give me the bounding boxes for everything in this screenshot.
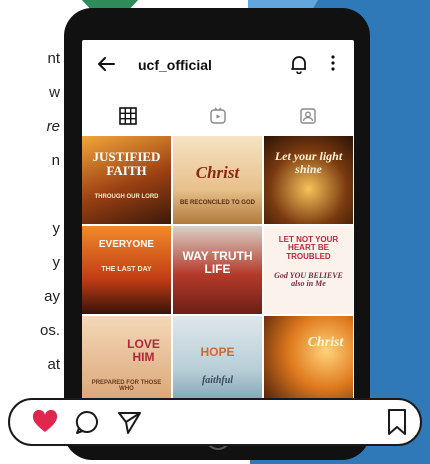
post-subcaption: THROUGH OUR LORD	[94, 194, 159, 200]
instagram-screen: ucf_official JUSTIFIED FAITH THROUGH OUR…	[82, 40, 354, 428]
post-caption: EVERYONE	[98, 239, 155, 250]
side-text: nt w re n y y ay os. at	[0, 42, 60, 382]
side-text-line: at	[47, 356, 60, 373]
post-thumbnail[interactable]: HOPE faithful	[173, 316, 262, 404]
post-thumbnail[interactable]: WAY TRUTH LIFE	[173, 226, 262, 314]
post-thumbnail[interactable]: JUSTIFIED FAITH THROUGH OUR LORD	[82, 136, 171, 224]
post-thumbnail[interactable]: Christ	[264, 316, 353, 404]
profile-header: ucf_official	[82, 40, 354, 94]
side-text-line: y	[52, 220, 61, 237]
post-subcaption: BE RECONCILED TO GOD	[180, 200, 255, 206]
post-thumbnail[interactable]: LOVE HIM PREPARED FOR THOSE WHO	[82, 316, 171, 404]
heart-icon[interactable]	[32, 410, 58, 434]
post-thumbnail[interactable]: Christ BE RECONCILED TO GOD	[173, 136, 262, 224]
side-text-line	[0, 178, 60, 212]
post-caption: JUSTIFIED FAITH	[92, 149, 161, 178]
post-subcaption: God YOU BELIEVE also in Me	[274, 271, 343, 289]
side-text-line: os.	[39, 322, 60, 339]
post-subcaption: PREPARED FOR THOSE WHO	[91, 380, 162, 393]
grid-icon[interactable]	[118, 106, 138, 126]
post-caption: WAY TRUTH LIFE	[182, 249, 253, 276]
side-text-line: nt	[47, 50, 60, 67]
profile-username: ucf_official	[138, 57, 212, 73]
back-arrow-icon[interactable]	[96, 54, 116, 74]
bookmark-icon[interactable]	[386, 408, 408, 436]
post-caption: Christ	[195, 163, 240, 182]
post-caption: LOVE HIM	[127, 337, 160, 364]
share-icon[interactable]	[116, 409, 142, 435]
reels-icon[interactable]	[208, 106, 228, 126]
profile-tabs	[82, 100, 354, 134]
post-thumbnail[interactable]: LET NOT YOUR HEART BE TROUBLED God YOU B…	[264, 226, 353, 314]
post-thumbnail[interactable]: EVERYONE THE LAST DAY	[82, 226, 171, 314]
tagged-icon[interactable]	[298, 106, 318, 126]
side-text-line: w	[49, 84, 60, 101]
post-subcaption: faithful	[201, 375, 234, 386]
post-caption: LET NOT YOUR HEART BE TROUBLED	[278, 235, 339, 261]
side-text-line: n	[51, 152, 60, 169]
post-action-bar	[8, 398, 422, 446]
more-icon[interactable]	[330, 52, 336, 74]
post-thumbnail[interactable]: Let your light shine	[264, 136, 353, 224]
bell-icon[interactable]	[290, 54, 308, 74]
side-text-line: y	[52, 254, 61, 271]
post-caption: Let your light shine	[274, 149, 343, 176]
post-caption: HOPE	[200, 345, 235, 359]
post-grid: JUSTIFIED FAITH THROUGH OUR LORD Christ …	[82, 136, 354, 428]
comment-icon[interactable]	[74, 409, 100, 435]
side-text-line: re	[46, 118, 60, 135]
post-subcaption: THE LAST DAY	[101, 266, 152, 273]
side-text-line: ay	[44, 288, 60, 305]
post-caption: Christ	[307, 335, 344, 350]
